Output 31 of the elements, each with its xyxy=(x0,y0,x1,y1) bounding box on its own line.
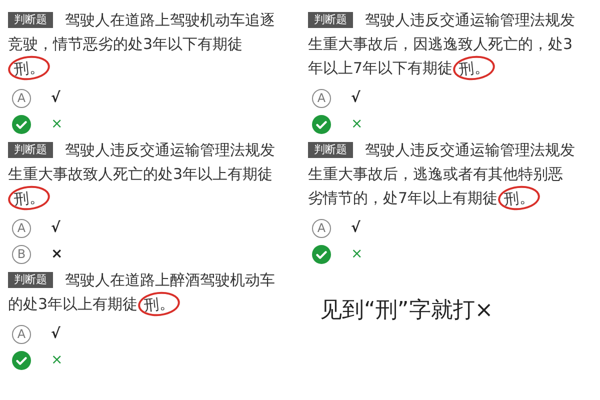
option-label[interactable]: × xyxy=(351,244,363,264)
option-label[interactable]: × xyxy=(51,114,63,134)
question-type-tag: 判断题 xyxy=(308,12,353,28)
option-label[interactable]: √ xyxy=(51,88,60,108)
question-text: 判断题 驾驶人违反交通运输管理法规发生重大事故后，因逃逸致人死亡的，处3年以上7年以下有期徒 刑。 xyxy=(308,8,576,80)
check-circle-icon[interactable] xyxy=(312,114,331,134)
check-circle-icon[interactable] xyxy=(312,244,331,264)
option-letter[interactable]: A xyxy=(12,88,31,108)
option-label[interactable]: × xyxy=(51,350,63,370)
option-label[interactable]: × xyxy=(351,114,363,134)
option-letter[interactable]: A xyxy=(12,324,31,344)
caption-text: 见到“刑”字就打× xyxy=(320,296,494,324)
option-label[interactable]: √ xyxy=(51,324,60,344)
question-type-tag: 判断题 xyxy=(8,12,53,28)
check-circle-icon[interactable] xyxy=(12,350,31,370)
question-text: 判断题 驾驶人在道路上醉酒驾驶机动车的处3年以上有期徒 刑。 xyxy=(8,268,276,316)
question-type-tag: 判断题 xyxy=(8,142,53,158)
check-circle-icon[interactable] xyxy=(12,114,31,134)
question-text: 判断题 驾驶人在道路上驾驶机动车追逐竞驶，情节恶劣的处3年以下有期徒 刑。 xyxy=(8,8,276,80)
option-label[interactable]: √ xyxy=(351,88,360,108)
question-type-tag: 判断题 xyxy=(308,142,353,158)
question-text: 判断题 驾驶人违反交通运输管理法规发生重大事故后，逃逸或者有其他特别恶劣情节的，处7年以上有期徒 刑。 xyxy=(308,138,576,210)
option-label[interactable]: √ xyxy=(51,218,60,238)
option-letter[interactable]: A xyxy=(312,88,331,108)
question-text: 判断题 驾驶人违反交通运输管理法规发生重大事故致人死亡的处3年以上有期徒 刑。 xyxy=(8,138,276,210)
option-letter[interactable]: B xyxy=(12,244,31,264)
option-letter[interactable]: A xyxy=(312,218,331,238)
option-letter[interactable]: A xyxy=(12,218,31,238)
question-type-tag: 判断题 xyxy=(8,272,53,288)
option-label[interactable]: × xyxy=(51,244,63,264)
option-label[interactable]: √ xyxy=(351,218,360,238)
